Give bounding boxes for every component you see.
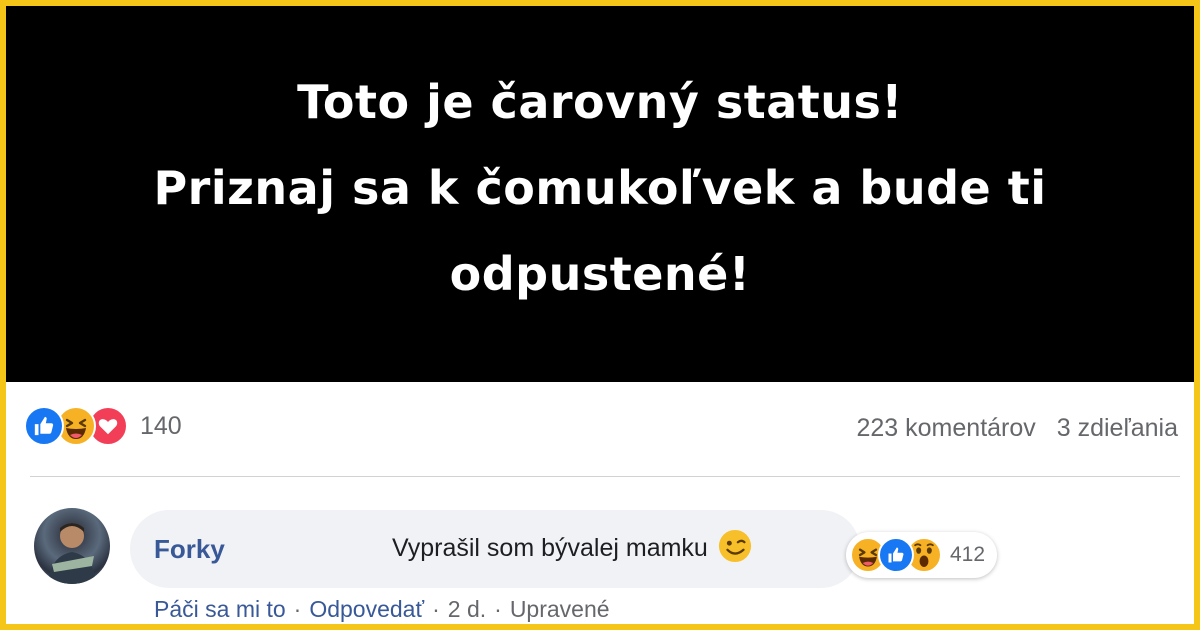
status-line-3: odpustené! (449, 247, 751, 301)
action-separator: · (432, 596, 440, 622)
shares-count[interactable]: 3 zdieľania (1057, 414, 1178, 442)
post-reactions[interactable]: 140 (24, 406, 182, 446)
action-separator: · (494, 596, 502, 622)
comment-reactions[interactable]: 412 (846, 532, 998, 578)
comment-author[interactable]: Forky (154, 534, 225, 565)
comments-count[interactable]: 223 komentárov (857, 414, 1036, 442)
comment-timestamp[interactable]: 2 d. (448, 596, 486, 622)
comment-actions: Páči sa mi to · Odpovedať · 2 d. · Upravené (154, 596, 610, 623)
status-banner: Toto je čarovný status! Priznaj sa k čom… (6, 6, 1194, 382)
reactions-count[interactable]: 140 (140, 412, 182, 441)
post-stats: 223 komentárov 3 zdieľania (843, 414, 1179, 443)
action-separator: · (293, 596, 302, 622)
like-icon (878, 537, 914, 573)
like-icon (24, 406, 64, 446)
divider (30, 476, 1180, 477)
status-line-1: Toto je čarovný status! (297, 75, 903, 129)
edited-label[interactable]: Upravené (510, 596, 610, 622)
status-text: Toto je čarovný status! Priznaj sa k čom… (153, 59, 1046, 317)
avatar[interactable] (34, 508, 110, 584)
wink-emoji-icon (718, 530, 751, 563)
comment-text: Vyprašil som bývalej mamku (392, 530, 752, 563)
comment-text-value: Vyprašil som bývalej mamku (392, 534, 708, 562)
like-comment-link[interactable]: Páči sa mi to (154, 596, 286, 622)
reply-link[interactable]: Odpovedať (309, 596, 424, 622)
post-card: Toto je čarovný status! Priznaj sa k čom… (0, 0, 1200, 630)
status-line-2: Priznaj sa k čomukoľvek a bude ti (153, 161, 1047, 215)
comment-reactions-count: 412 (950, 543, 986, 566)
comment-bubble: Forky Vyprašil som bývalej mamku (130, 510, 860, 588)
